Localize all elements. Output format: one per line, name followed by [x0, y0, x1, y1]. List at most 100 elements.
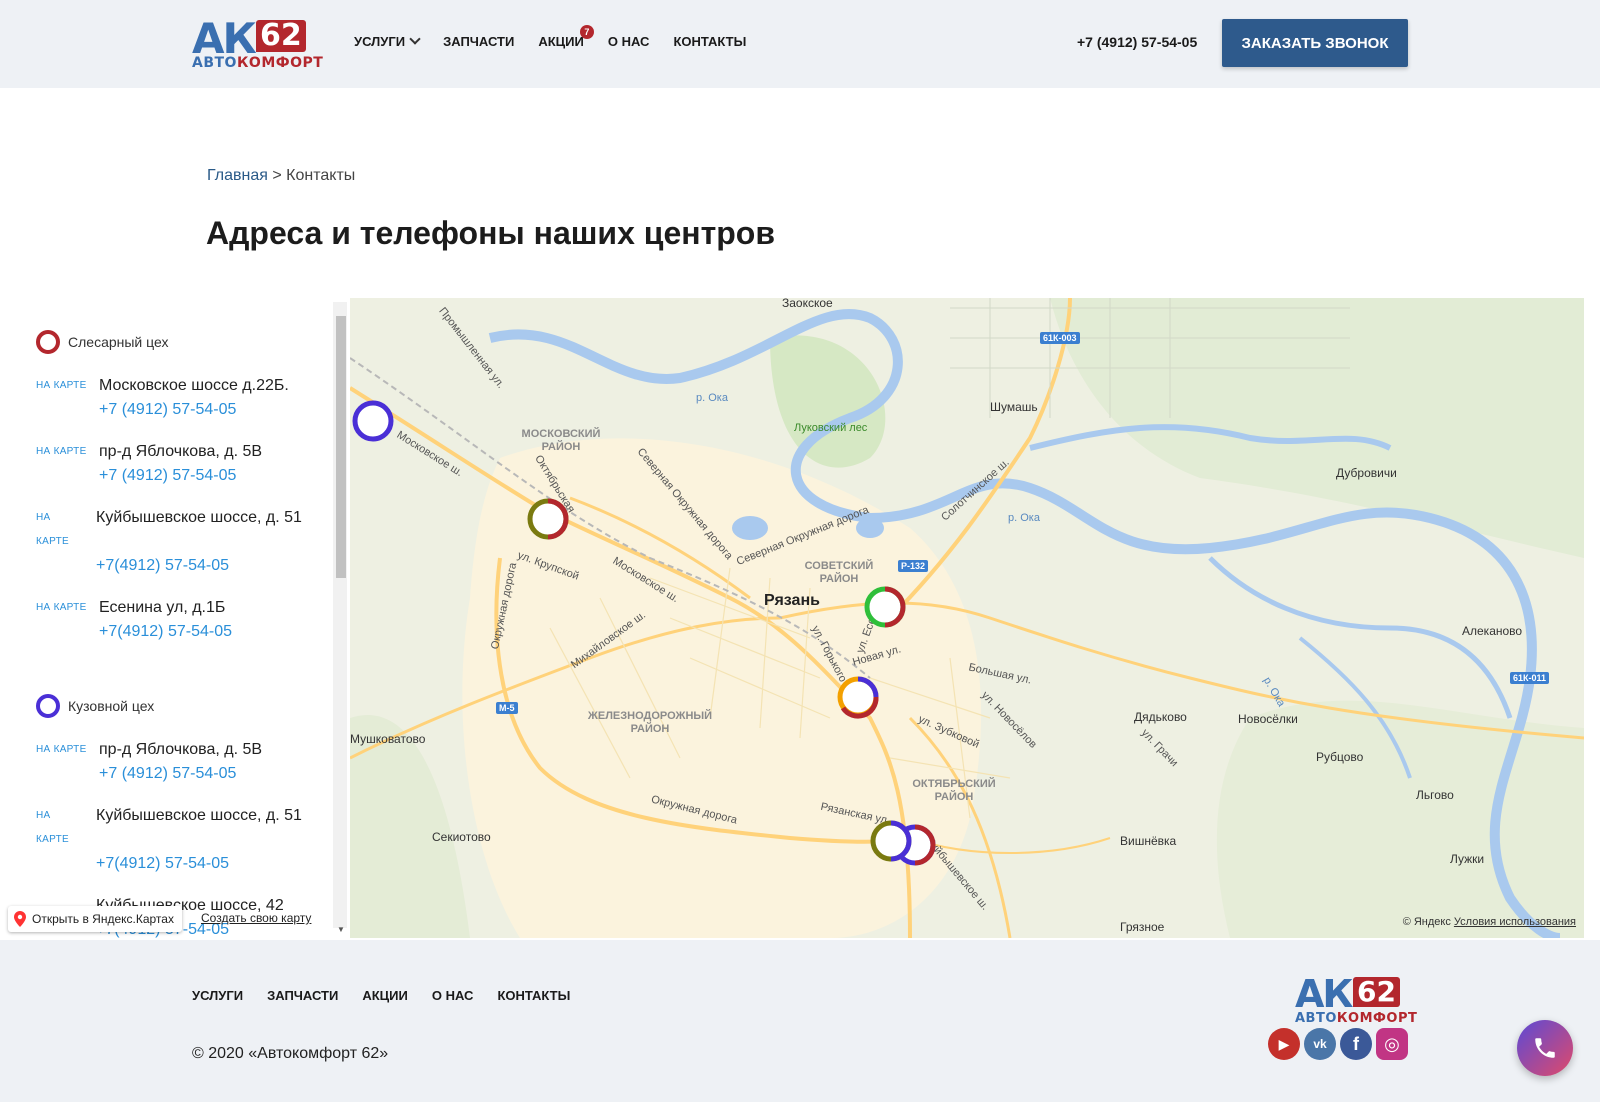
- list-item: на карте пр-д Яблочкова, д. 5В +7 (4912)…: [36, 440, 326, 490]
- nav-item-about[interactable]: О нас: [608, 34, 650, 49]
- footer-nav-parts[interactable]: Запчасти: [267, 988, 338, 1003]
- on-map-link[interactable]: на карте: [36, 744, 87, 755]
- group-title-bodyshop: Кузовной цех: [36, 694, 154, 718]
- footer-nav-services[interactable]: Услуги: [192, 988, 243, 1003]
- map-label-mushkovatovo: Мушковатово: [350, 732, 426, 746]
- location-phone[interactable]: +7(4912) 57-54-05: [99, 620, 232, 644]
- instagram-icon[interactable]: ◎: [1376, 1028, 1408, 1060]
- vk-icon[interactable]: vk: [1304, 1028, 1336, 1060]
- map-label-zaokskoe: Заокское: [782, 298, 833, 310]
- on-map-link[interactable]: на карте: [36, 804, 69, 852]
- location-phone[interactable]: +7(4912) 57-54-05: [96, 852, 229, 876]
- road-badge: 61К-011: [1510, 672, 1550, 684]
- location-phone[interactable]: +7 (4912) 57-54-05: [99, 398, 236, 422]
- location-phone[interactable]: +7(4912) 57-54-05: [96, 554, 229, 578]
- youtube-icon[interactable]: ▶: [1268, 1028, 1300, 1060]
- site-header: АК 62 АВТОКОМФОРТ Услуги Запчасти Акции 7…: [0, 0, 1600, 88]
- map-label-ryazan: Рязань: [764, 592, 820, 609]
- footer-nav-about[interactable]: О нас: [432, 988, 474, 1003]
- map-label-lgovo: Льгово: [1416, 788, 1454, 802]
- map-marker[interactable]: [868, 818, 914, 864]
- list-item: на карте пр-д Яблочкова, д. 5В +7 (4912)…: [36, 738, 326, 788]
- map-label-zheleznodorozhny: ЖЕЛЕЗНОДОРОЖНЫЙ РАЙОН: [587, 710, 713, 735]
- promotions-count-badge: 7: [579, 25, 594, 39]
- map-label-oka: р. Ока: [1008, 512, 1040, 524]
- map-label-novosyolki: Новосёлки: [1238, 712, 1298, 726]
- location-address: Куйбышевское шоссе, д. 51: [96, 807, 302, 824]
- map-label-oka: р. Ока: [696, 392, 728, 404]
- map-label-shumash: Шумашь: [990, 400, 1038, 414]
- footer-nav-promotions[interactable]: Акции: [362, 988, 408, 1003]
- breadcrumb: Главная > Контакты: [207, 167, 355, 185]
- main-nav: Услуги Запчасти Акции 7 О нас Контакты: [354, 25, 770, 49]
- map-background: [350, 298, 1584, 938]
- copyright: © 2020 «Автокомфорт 62»: [192, 1045, 389, 1062]
- logo-subtitle: АВТОКОМФОРТ: [192, 55, 324, 71]
- order-call-button[interactable]: Заказать звонок: [1222, 19, 1408, 67]
- nav-item-services[interactable]: Услуги: [354, 33, 421, 49]
- ring-red-icon: [36, 330, 60, 354]
- phone-icon: [1535, 1038, 1555, 1058]
- road-badge: М-5: [496, 702, 518, 714]
- map-pin-icon: [14, 911, 26, 927]
- nav-item-parts[interactable]: Запчасти: [443, 34, 514, 49]
- footer-nav: Услуги Запчасти Акции О нас Контакты: [192, 988, 594, 1003]
- social-links: ▶ vk f ◎: [1268, 1028, 1408, 1060]
- breadcrumb-separator: >: [272, 167, 282, 184]
- map-marker[interactable]: [862, 584, 908, 630]
- location-address: пр-д Яблочкова, д. 5В: [99, 443, 263, 460]
- footer-logo[interactable]: АК 62 АВТОКОМФОРТ: [1295, 972, 1417, 1027]
- locations-list[interactable]: Слесарный цех на карте Московское шоссе …: [0, 298, 348, 938]
- footer-nav-contacts[interactable]: Контакты: [497, 988, 570, 1003]
- group-title-locksmith: Слесарный цех: [36, 330, 168, 354]
- on-map-link[interactable]: на карте: [36, 602, 87, 613]
- map-label-vishnyovka: Вишнёвка: [1120, 834, 1177, 848]
- logo-number: 62: [256, 20, 306, 52]
- on-map-link[interactable]: на карте: [36, 446, 87, 457]
- location-address: Московское шоссе д.22Б.: [99, 377, 289, 394]
- list-item: на карте Есенина ул, д.1Б +7(4912) 57-54…: [36, 596, 326, 646]
- create-own-map-link[interactable]: Создать свою карту: [201, 911, 311, 925]
- map-marker[interactable]: [525, 496, 571, 542]
- map-label-alekanovo: Алеканово: [1462, 624, 1523, 638]
- location-address: пр-д Яблочкова, д. 5В: [99, 741, 263, 758]
- map-credit: © Яндекс Условия использования: [1402, 916, 1576, 928]
- list-item: на карте Московское шоссе д.22Б. +7 (491…: [36, 374, 326, 424]
- map-label-rubtsovo: Рубцово: [1316, 750, 1364, 764]
- scroll-down-arrow-icon[interactable]: ▼: [337, 925, 345, 934]
- location-address: Куйбышевское шоссе, д. 51: [96, 509, 302, 526]
- open-in-yandex-maps-button[interactable]: Открыть в Яндекс.Картах: [8, 906, 182, 932]
- list-item: на карте Куйбышевское шоссе, д. 51 +7(491…: [36, 804, 326, 878]
- chevron-down-icon: [409, 33, 421, 45]
- facebook-icon[interactable]: f: [1340, 1028, 1372, 1060]
- callback-phone-button[interactable]: [1517, 1020, 1573, 1076]
- on-map-link[interactable]: на карте: [36, 380, 87, 391]
- on-map-link[interactable]: на карте: [36, 506, 69, 554]
- road-badge: Р-132: [898, 560, 929, 572]
- map-label-gryaznoe: Грязное: [1120, 920, 1165, 934]
- map-marker[interactable]: [350, 398, 396, 444]
- site-logo[interactable]: АК 62 АВТОКОМФОРТ: [192, 14, 324, 72]
- breadcrumb-current: Контакты: [286, 167, 356, 184]
- map-label-dubrovichi: Дубровичи: [1336, 466, 1397, 480]
- page-title: Адреса и телефоны наших центров: [206, 215, 776, 251]
- nav-item-promotions[interactable]: Акции 7: [538, 25, 594, 49]
- sidebar-scrollbar-thumb[interactable]: [336, 316, 346, 578]
- location-address: Есенина ул, д.1Б: [99, 599, 226, 616]
- breadcrumb-home-link[interactable]: Главная: [207, 167, 268, 184]
- map-label-dyadkovo: Дядьково: [1134, 710, 1187, 724]
- map-terms-link[interactable]: Условия использования: [1454, 916, 1576, 928]
- location-phone[interactable]: +7 (4912) 57-54-05: [99, 464, 236, 488]
- yandex-map[interactable]: Заокское Шумашь Дубровичи Луковский лес …: [350, 298, 1584, 938]
- map-label-sekiotovo: Секиотово: [432, 830, 491, 844]
- map-label-lukovsky: Луковский лес: [794, 422, 868, 434]
- location-phone[interactable]: +7 (4912) 57-54-05: [99, 762, 236, 786]
- header-phone[interactable]: +7 (4912) 57-54-05: [1077, 34, 1197, 50]
- list-item: на карте Куйбышевское шоссе, д. 51 +7(491…: [36, 506, 326, 580]
- map-label-sovetsky: СОВЕТСКИЙ РАЙОН: [804, 560, 874, 585]
- nav-item-contacts[interactable]: Контакты: [673, 34, 746, 49]
- ring-purple-icon: [36, 694, 60, 718]
- map-label-moskovsky: МОСКОВСКИЙ РАЙОН: [521, 428, 601, 453]
- map-label-luzhki: Лужки: [1450, 852, 1485, 866]
- map-marker[interactable]: [835, 674, 881, 720]
